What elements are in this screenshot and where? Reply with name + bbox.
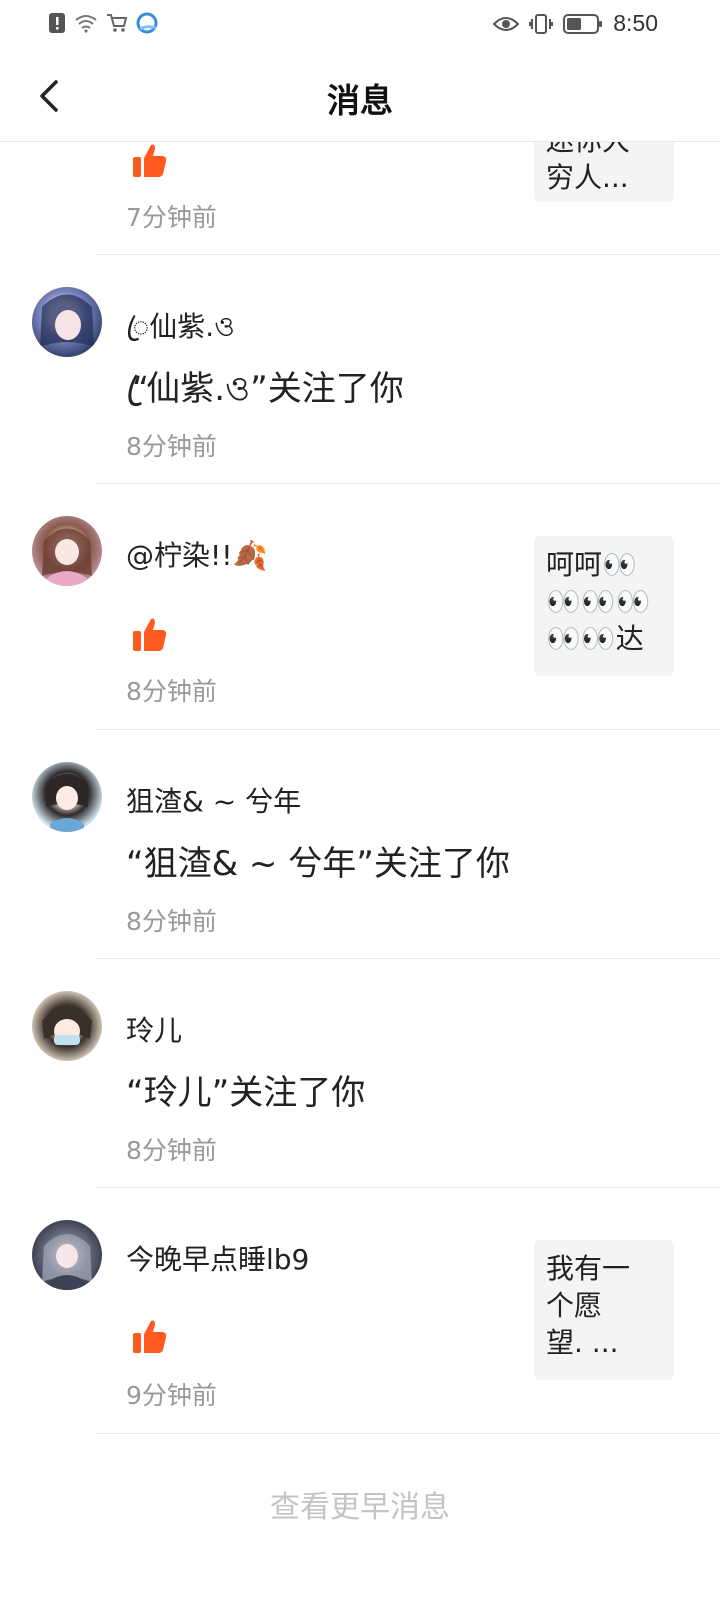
message-time: 8分钟前 (126, 677, 217, 706)
message-item[interactable]: @柠染!!🍂 8分钟前 呵呵👀 👀👀👀 👀👀达 (0, 484, 720, 730)
avatar-image-icon (46, 774, 88, 832)
message-time: 8分钟前 (126, 1136, 217, 1165)
follow-text: “ꦿ仙紫.ও”关注了你 (126, 369, 404, 409)
status-bar-right: 8:50 (493, 10, 658, 37)
cart-icon (107, 14, 128, 32)
alert-icon (49, 13, 65, 33)
follow-text: “玲儿”关注了你 (126, 1073, 366, 1113)
username[interactable]: 狙渣& ~ 兮年 (126, 780, 301, 820)
follow-text: “狙渣& ~ 兮年”关注了你 (126, 844, 510, 884)
avatar-image-icon (40, 294, 94, 347)
eye-icon (493, 16, 520, 31)
wifi-icon (75, 15, 97, 33)
header: 消息 (0, 50, 720, 142)
avatar-image-icon (42, 1006, 92, 1045)
username[interactable]: 今晚早点睡lb9 (126, 1238, 309, 1278)
message-item[interactable]: 狙渣& ~ 兮年 “狙渣& ~ 兮年”关注了你 8分钟前 (0, 730, 720, 959)
content-preview[interactable]: 我有一 个愿 望. ... (534, 1240, 674, 1380)
message-time: 8分钟前 (126, 432, 217, 461)
message-item[interactable]: 玲儿 “玲儿”关注了你 8分钟前 (0, 959, 720, 1188)
divider (96, 1433, 720, 1434)
message-item[interactable]: 今晚早点睡lb9 9分钟前 我有一 个愿 望. ... (0, 1188, 720, 1434)
content-preview[interactable]: 呵呵👀 👀👀👀 👀👀达 (534, 536, 674, 676)
avatar[interactable] (32, 762, 102, 832)
message-time: 9分钟前 (126, 1381, 217, 1410)
message-time: 7分钟前 (126, 203, 217, 232)
page-title: 消息 (327, 81, 393, 120)
vibrate-icon (529, 13, 554, 34)
message-list: 7分钟前 迷你大 穷人... ꦿ仙紫.ও “ꦿ仙紫.ও”关注了你 8分钟前 @柠… (0, 142, 720, 1600)
avatar[interactable] (32, 991, 102, 1061)
username[interactable]: @柠染!!🍂 (126, 534, 267, 574)
avatar[interactable] (32, 287, 102, 357)
thumbs-up-icon (133, 1320, 167, 1353)
avatar-image-icon (42, 1234, 92, 1290)
avatar[interactable] (32, 516, 102, 586)
message-item[interactable]: ꦿ仙紫.ও “ꦿ仙紫.ও”关注了你 8分钟前 (0, 255, 720, 484)
avatar[interactable] (32, 1220, 102, 1290)
username[interactable]: 玲儿 (126, 1009, 182, 1049)
status-bar: 8:50 (0, 0, 720, 50)
status-bar-left (48, 12, 158, 34)
thumbs-up-icon (133, 144, 167, 177)
status-time: 8:50 (613, 10, 658, 36)
battery-icon (563, 13, 603, 34)
username[interactable]: ꦿ仙紫.ও (126, 305, 235, 362)
browser-icon (136, 12, 158, 34)
content-preview[interactable]: 迷你大 穷人... (534, 142, 674, 202)
thumbs-up-icon (133, 618, 167, 651)
avatar-image-icon (42, 528, 92, 586)
message-item[interactable]: 7分钟前 迷你大 穷人... (0, 142, 720, 255)
load-earlier-button[interactable]: 查看更早消息 (0, 1482, 720, 1526)
message-time: 8分钟前 (126, 907, 217, 936)
